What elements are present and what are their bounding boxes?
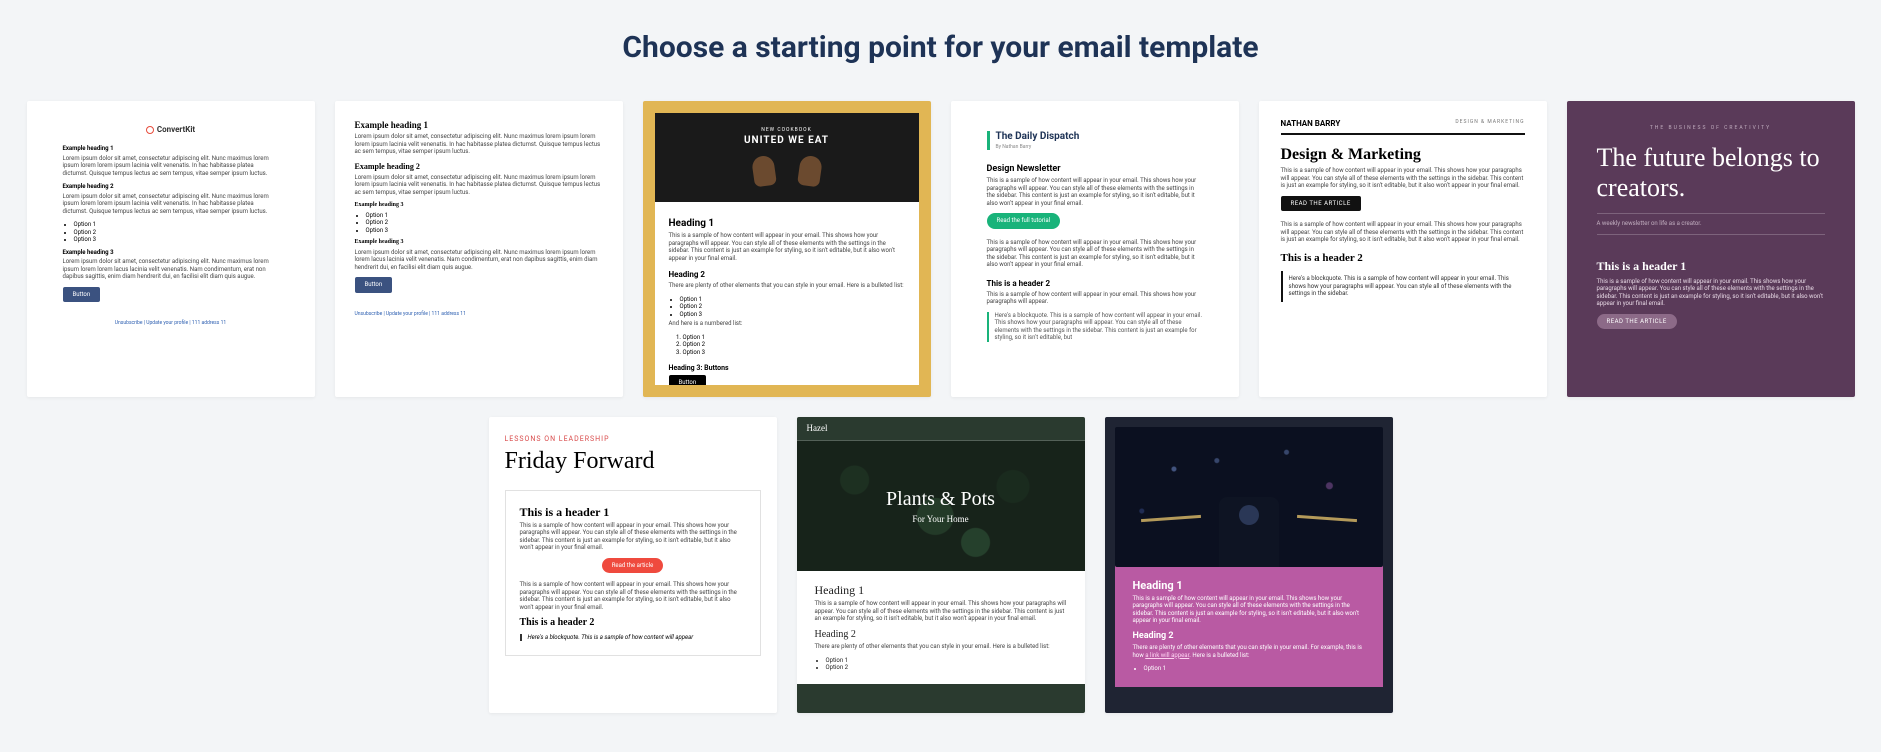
header-bar: NATHAN BARRY DESIGN & MARKETING: [1281, 119, 1525, 135]
hero-title: The future belongs to creators.: [1597, 143, 1825, 203]
paragraph: Lorem ipsum dolor sit amet, consectetur …: [63, 258, 279, 281]
template-card-nathan[interactable]: NATHAN BARRY DESIGN & MARKETING Design &…: [1259, 101, 1547, 397]
hero-image: [665, 156, 909, 186]
heading: Heading 2: [669, 270, 905, 280]
paragraph: Lorem ipsum dolor sit amet, consectetur …: [355, 133, 603, 156]
option-list: Option 1Option 2Option 3: [74, 221, 279, 244]
heading: Heading 1: [1133, 579, 1365, 593]
footer-links: Unsubscribe | Update your profile | 111 …: [63, 320, 279, 326]
convertkit-logo: ConvertKit: [63, 125, 279, 135]
template-card-creators[interactable]: THE BUSINESS OF CREATIVITY The future be…: [1567, 101, 1855, 397]
sample-link: a link will appear: [1145, 652, 1189, 659]
button: READ THE ARTICLE: [1597, 314, 1677, 330]
heading: Heading 1: [669, 218, 905, 231]
option-list: Option 1Option 2Option 3: [366, 212, 603, 235]
template-card-band[interactable]: Heading 1 This is a sample of how conten…: [1105, 417, 1393, 713]
heading: Example heading 2: [63, 183, 279, 191]
blockquote: Here's a blockquote. This is a sample of…: [520, 634, 746, 642]
button: Read the full tutorial: [987, 213, 1061, 229]
template-card-classic[interactable]: ConvertKit Example heading 1 Lorem ipsum…: [27, 101, 315, 397]
button: Button: [669, 375, 707, 385]
heading: Design Newsletter: [987, 164, 1203, 175]
button: Read the article: [602, 558, 664, 574]
heading: This is a header 1: [1597, 259, 1825, 274]
heading: Example heading 2: [355, 162, 603, 172]
heading: Heading 2: [815, 629, 1067, 642]
heading: Design & Marketing: [1281, 145, 1525, 165]
subtitle: A weekly newsletter on life as a creator…: [1597, 213, 1825, 235]
hero-image: [1115, 427, 1383, 567]
heading: Heading 2: [1133, 631, 1365, 642]
heading: Example heading 3: [355, 239, 603, 247]
paragraph: Lorem ipsum dolor sit amet, consectetur …: [355, 249, 603, 272]
hero: NEW COOKBOOK UNITED WE EAT: [655, 113, 919, 202]
template-grid: ConvertKit Example heading 1 Lorem ipsum…: [0, 101, 1881, 713]
button: Button: [63, 287, 101, 303]
template-card-text[interactable]: Example heading 1 Lorem ipsum dolor sit …: [335, 101, 623, 397]
hero-image: Plants & Pots For Your Home: [797, 441, 1085, 571]
heading: This is a header 2: [1281, 252, 1525, 266]
template-card-united[interactable]: NEW COOKBOOK UNITED WE EAT Heading 1 Thi…: [643, 101, 931, 397]
heading: Heading 1: [815, 583, 1067, 598]
heading: This is a header 1: [520, 505, 746, 520]
heading: This is a header 2: [520, 617, 746, 630]
heading: Example heading 3: [355, 202, 603, 210]
paragraph: There are plenty of other elements that …: [1133, 644, 1365, 659]
kicker: LESSONS ON LEADERSHIP: [505, 435, 761, 444]
button: Button: [355, 277, 393, 293]
template-card-daily-dispatch[interactable]: The Daily Dispatch By Nathan Barry Desig…: [951, 101, 1239, 397]
blockquote: Here's a blockquote. This is a sample of…: [1281, 271, 1525, 302]
heading: Example heading 1: [355, 120, 603, 131]
brand: Hazel: [797, 417, 1085, 441]
template-card-friday-forward[interactable]: LESSONS ON LEADERSHIP Friday Forward Thi…: [489, 417, 777, 713]
paragraph: Lorem ipsum dolor sit amet, consectetur …: [63, 155, 279, 178]
paragraph: Lorem ipsum dolor sit amet, consectetur …: [63, 193, 279, 216]
page-title: Choose a starting point for your email t…: [0, 30, 1881, 65]
heading: This is a header 2: [987, 279, 1203, 289]
footer-links: Unsubscribe | Update your profile | 111 …: [355, 311, 603, 317]
masthead: The Daily Dispatch By Nathan Barry: [987, 131, 1203, 150]
heading: Heading 3: Buttons: [669, 364, 905, 373]
button: READ THE ARTICLE: [1281, 196, 1361, 212]
heading: Example heading 1: [63, 145, 279, 153]
kicker: THE BUSINESS OF CREATIVITY: [1597, 125, 1825, 131]
heading: Example heading 3: [63, 249, 279, 257]
hero-title: Friday Forward: [505, 446, 761, 476]
blockquote: Here's a blockquote. This is a sample of…: [987, 312, 1203, 342]
template-card-hazel[interactable]: Hazel Plants & Pots For Your Home Headin…: [797, 417, 1085, 713]
paragraph: Lorem ipsum dolor sit amet, consectetur …: [355, 174, 603, 197]
